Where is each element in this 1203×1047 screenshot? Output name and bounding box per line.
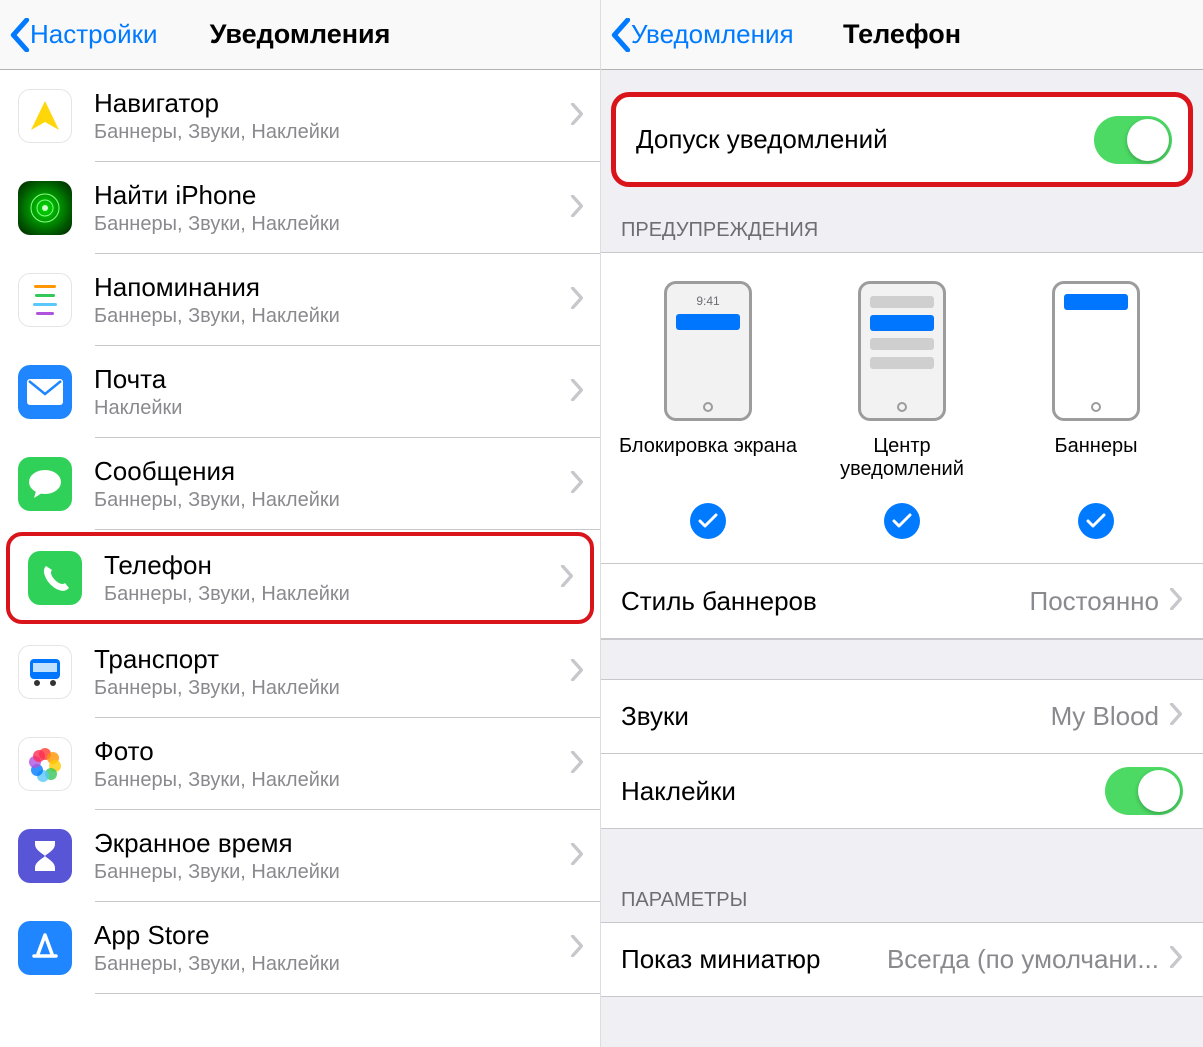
chevron-left-icon	[10, 18, 30, 52]
list-item-phone[interactable]: Телефон Баннеры, Звуки, Наклейки	[6, 532, 594, 624]
show-previews-value: Всегда (по умолчани...	[887, 944, 1159, 975]
radar-icon	[18, 181, 72, 235]
hourglass-icon	[18, 829, 72, 883]
lock-screen-preview-icon: 9:41	[664, 281, 752, 421]
checkmark-icon	[690, 503, 726, 539]
navbar-notifications: Настройки Уведомления	[0, 0, 600, 70]
chevron-right-icon	[1169, 944, 1183, 975]
chevron-right-icon	[570, 103, 584, 130]
preview-time: 9:41	[696, 294, 719, 308]
alert-banners[interactable]: Баннеры	[1006, 281, 1186, 539]
allow-notifications-toggle[interactable]	[1094, 116, 1172, 164]
banner-style-row[interactable]: Стиль баннеров Постоянно	[601, 564, 1203, 639]
chevron-right-icon	[570, 287, 584, 314]
item-title: Телефон	[104, 550, 560, 581]
allow-notifications-row[interactable]: Допуск уведомлений	[616, 97, 1188, 182]
alerts-section-header: ПРЕДУПРЕЖДЕНИЯ	[601, 193, 1203, 252]
item-subtitle: Баннеры, Звуки, Наклейки	[94, 121, 570, 144]
sounds-value: My Blood	[1051, 701, 1159, 732]
allow-notifications-label: Допуск уведомлений	[636, 124, 1094, 155]
list-item-photos[interactable]: Фото Баннеры, Звуки, Наклейки	[0, 718, 600, 810]
item-subtitle: Баннеры, Звуки, Наклейки	[104, 583, 560, 606]
alert-caption: Баннеры	[1006, 435, 1186, 491]
reminders-icon	[18, 273, 72, 327]
list-item-find-iphone[interactable]: Найти iPhone Баннеры, Звуки, Наклейки	[0, 162, 600, 254]
navbar-phone: Уведомления Телефон	[601, 0, 1203, 70]
item-title: Экранное время	[94, 828, 570, 859]
item-title: Фото	[94, 736, 570, 767]
item-title: Напоминания	[94, 272, 570, 303]
back-to-notifications-button[interactable]: Уведомления	[611, 18, 794, 52]
item-subtitle: Баннеры, Звуки, Наклейки	[94, 861, 570, 884]
item-subtitle: Наклейки	[94, 397, 570, 420]
chevron-right-icon	[570, 195, 584, 222]
photos-icon	[18, 737, 72, 791]
item-title: Почта	[94, 364, 570, 395]
list-item-navigator[interactable]: Навигатор Баннеры, Звуки, Наклейки	[0, 70, 600, 162]
banner-style-label: Стиль баннеров	[621, 586, 1030, 617]
chevron-right-icon	[1169, 701, 1183, 732]
chevron-right-icon	[560, 565, 574, 592]
chevron-right-icon	[1169, 586, 1183, 617]
bus-icon	[18, 645, 72, 699]
phone-notification-settings-screen: Уведомления Телефон Допуск уведомлений П…	[601, 0, 1203, 1047]
options-section-header: ПАРАМЕТРЫ	[601, 829, 1203, 922]
alert-caption: Блокировка экрана	[618, 435, 798, 491]
list-item-mail[interactable]: Почта Наклейки	[0, 346, 600, 438]
item-subtitle: Баннеры, Звуки, Наклейки	[94, 305, 570, 328]
show-previews-row[interactable]: Показ миниатюр Всегда (по умолчани...	[601, 922, 1203, 997]
badges-row[interactable]: Наклейки	[601, 754, 1203, 829]
item-title: Навигатор	[94, 88, 570, 119]
chevron-right-icon	[570, 935, 584, 962]
apps-list: Навигатор Баннеры, Звуки, Наклейки Найти…	[0, 70, 600, 994]
phone-icon	[28, 551, 82, 605]
badges-label: Наклейки	[621, 776, 1105, 807]
item-title: Транспорт	[94, 644, 570, 675]
list-item-screen-time[interactable]: Экранное время Баннеры, Звуки, Наклейки	[0, 810, 600, 902]
chevron-right-icon	[570, 843, 584, 870]
sounds-label: Звуки	[621, 701, 1051, 732]
item-subtitle: Баннеры, Звуки, Наклейки	[94, 677, 570, 700]
list-item-reminders[interactable]: Напоминания Баннеры, Звуки, Наклейки	[0, 254, 600, 346]
alert-caption: Центр уведомлений	[812, 435, 992, 491]
chevron-right-icon	[570, 659, 584, 686]
notification-center-preview-icon	[858, 281, 946, 421]
banners-preview-icon	[1052, 281, 1140, 421]
allow-notifications-highlight: Допуск уведомлений	[611, 92, 1193, 187]
mail-icon	[18, 365, 72, 419]
list-item-app-store[interactable]: App Store Баннеры, Звуки, Наклейки	[0, 902, 600, 994]
back-label: Уведомления	[631, 19, 794, 50]
chevron-left-icon	[611, 18, 631, 52]
messages-icon	[18, 457, 72, 511]
chevron-right-icon	[570, 471, 584, 498]
item-title: Сообщения	[94, 456, 570, 487]
navigator-icon	[18, 89, 72, 143]
list-item-transport[interactable]: Транспорт Баннеры, Звуки, Наклейки	[0, 626, 600, 718]
banner-style-value: Постоянно	[1030, 586, 1159, 617]
item-title: App Store	[94, 920, 570, 951]
back-label: Настройки	[30, 19, 158, 50]
back-to-settings-button[interactable]: Настройки	[10, 18, 158, 52]
sounds-row[interactable]: Звуки My Blood	[601, 679, 1203, 754]
item-subtitle: Баннеры, Звуки, Наклейки	[94, 489, 570, 512]
alert-lock-screen[interactable]: 9:41 Блокировка экрана	[618, 281, 798, 539]
alert-notification-center[interactable]: Центр уведомлений	[812, 281, 992, 539]
badges-toggle[interactable]	[1105, 767, 1183, 815]
alerts-preview-row: 9:41 Блокировка экрана Центр уведомлений	[601, 252, 1203, 564]
item-subtitle: Баннеры, Звуки, Наклейки	[94, 953, 570, 976]
item-subtitle: Баннеры, Звуки, Наклейки	[94, 213, 570, 236]
show-previews-label: Показ миниатюр	[621, 944, 887, 975]
app-store-icon	[18, 921, 72, 975]
notifications-list-screen: Настройки Уведомления Навигатор Баннеры,…	[0, 0, 601, 1047]
checkmark-icon	[1078, 503, 1114, 539]
item-subtitle: Баннеры, Звуки, Наклейки	[94, 769, 570, 792]
chevron-right-icon	[570, 751, 584, 778]
checkmark-icon	[884, 503, 920, 539]
list-item-messages[interactable]: Сообщения Баннеры, Звуки, Наклейки	[0, 438, 600, 530]
item-title: Найти iPhone	[94, 180, 570, 211]
chevron-right-icon	[570, 379, 584, 406]
